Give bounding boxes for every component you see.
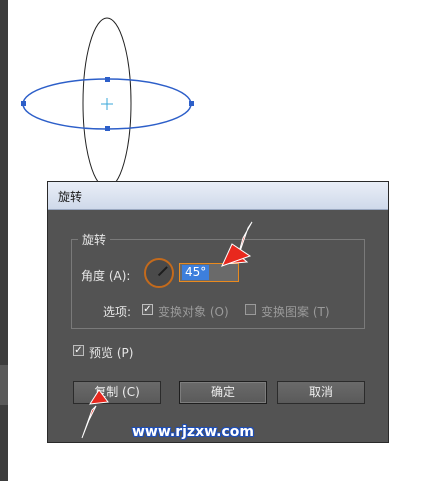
anchor-point-right	[189, 101, 194, 106]
anchor-point-bottom	[105, 126, 110, 131]
angle-input-value: 45°	[182, 265, 210, 280]
transform-objects-checkbox[interactable]: ✓	[142, 304, 153, 315]
copy-button[interactable]: 复制 (C)	[73, 381, 161, 404]
anchor-point-top	[105, 77, 110, 82]
transform-objects-label: 变换对象 (O)	[158, 305, 229, 319]
dial-needle-icon	[157, 266, 168, 277]
angle-dial[interactable]	[144, 258, 174, 288]
angle-input[interactable]: 45°	[179, 263, 239, 282]
preview-label: 预览 (P)	[89, 346, 134, 360]
anchor-point-left	[21, 101, 26, 106]
center-point-icon	[101, 98, 113, 110]
dialog-title: 旋转	[58, 190, 83, 204]
preview-checkbox[interactable]: ✓	[73, 345, 84, 356]
dialog-titlebar[interactable]: 旋转	[48, 182, 388, 210]
ok-button[interactable]: 确定	[179, 381, 267, 404]
options-label: 选项:	[103, 305, 132, 319]
transform-patterns-checkbox[interactable]	[245, 304, 256, 315]
angle-label: 角度 (A):	[81, 269, 131, 283]
cancel-button[interactable]: 取消	[277, 381, 365, 404]
transform-patterns-label: 变换图案 (T)	[261, 305, 330, 319]
rotate-group-title: 旋转	[78, 231, 111, 248]
rotate-dialog: 旋转 旋转 角度 (A): 45° 选项: ✓ 变换对象 (O) 变换图案 (T…	[47, 181, 389, 443]
site-watermark: www.rjzxw.com	[132, 424, 254, 440]
